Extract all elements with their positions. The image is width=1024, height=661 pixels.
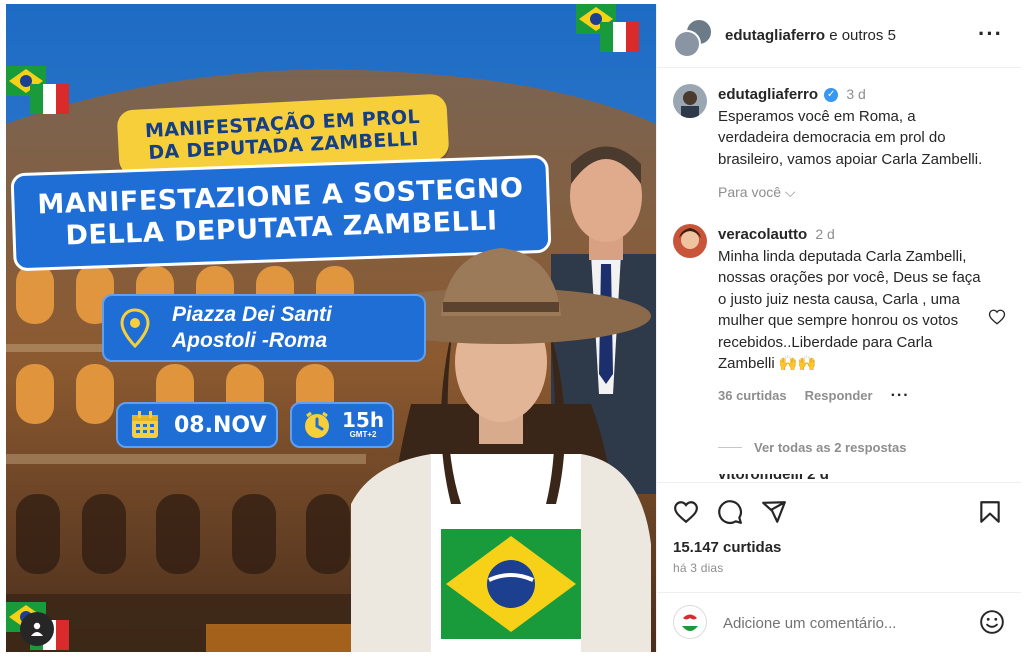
replies-divider (718, 447, 742, 448)
post-image[interactable]: MANIFESTAÇÃO EM PROL DA DEPUTADA ZAMBELL… (6, 4, 656, 652)
post-actions: 15.147 curtidas há 3 dias (657, 482, 1021, 592)
comment-time[interactable]: 2 d (815, 226, 834, 242)
heart-icon[interactable] (673, 499, 699, 525)
location-line1: Piazza Dei Santi (172, 303, 332, 326)
post-timestamp[interactable]: há 3 dias (673, 561, 724, 575)
italy-brazil-flag-icon (576, 4, 639, 52)
share-icon[interactable] (761, 499, 787, 525)
more-options-icon[interactable]: ··· (978, 23, 1003, 45)
avatar (673, 30, 701, 58)
caption-time[interactable]: 3 d (846, 86, 865, 102)
comment-icon[interactable] (717, 499, 743, 525)
post-header: edutagliaferro e outros 5 ··· (657, 4, 1021, 68)
comment-input[interactable] (723, 611, 963, 635)
event-location-box: Piazza Dei Santi Apostoli -Roma (102, 294, 426, 362)
reply-button[interactable]: Responder (805, 385, 873, 407)
comment-more-icon[interactable]: ··· (891, 385, 910, 407)
caption-username[interactable]: edutagliaferro (718, 86, 818, 103)
italy-brazil-flag-icon (6, 66, 69, 114)
bookmark-icon[interactable] (977, 499, 1003, 525)
view-replies-button[interactable]: Ver todas as 2 respostas (718, 440, 906, 455)
header-avatars[interactable] (673, 18, 713, 58)
header-authors: edutagliaferro e outros 5 (725, 27, 896, 44)
location-line2: Apostoli -Roma (172, 329, 328, 352)
comment-username[interactable]: veracolautto (718, 226, 807, 243)
header-username[interactable]: edutagliaferro (725, 27, 825, 44)
comment-likes[interactable]: 36 curtidas (718, 385, 787, 407)
comment-like-heart-icon[interactable] (988, 308, 1006, 326)
instagram-post-view: MANIFESTAÇÃO EM PROL DA DEPUTADA ZAMBELL… (0, 0, 1024, 661)
caption-text: Esperamos você em Roma, a verdadeira dem… (718, 107, 983, 168)
add-comment-bar (657, 592, 1021, 652)
event-date: 08.NOV (174, 412, 267, 438)
avatar (673, 605, 707, 639)
event-time: 15h (342, 408, 385, 432)
event-date-box: 08.NOV (116, 402, 278, 448)
user-icon (31, 622, 43, 636)
view-replies-label: Ver todas as 2 respostas (754, 440, 907, 455)
clock-icon (305, 411, 329, 438)
emoji-icon[interactable] (979, 609, 1005, 635)
post-likes-count[interactable]: 15.147 curtidas (673, 539, 781, 556)
header-others[interactable]: e outros 5 (829, 27, 896, 44)
translation-toggle[interactable]: Para você ⌵ (718, 184, 796, 201)
location-pin-icon (120, 308, 150, 348)
verified-badge-icon: ✓ (824, 88, 839, 103)
event-timezone: GMT+2 (349, 430, 377, 439)
avatar[interactable] (673, 224, 707, 258)
post-caption: edutagliaferro ✓ 3 d Esperamos você em R… (673, 84, 1003, 174)
tagged-users-icon[interactable] (20, 612, 54, 646)
comment-text: Minha linda deputada Carla Zambelli, nos… (718, 247, 981, 373)
avatar[interactable] (673, 84, 707, 118)
post-side-panel: edutagliaferro e outros 5 ··· edutagliaf… (656, 4, 1021, 652)
comment: veracolautto 2 d Minha linda deputada Ca… (673, 224, 1003, 434)
event-time-box: 15h GMT+2 (290, 402, 394, 448)
calendar-icon (132, 411, 158, 438)
